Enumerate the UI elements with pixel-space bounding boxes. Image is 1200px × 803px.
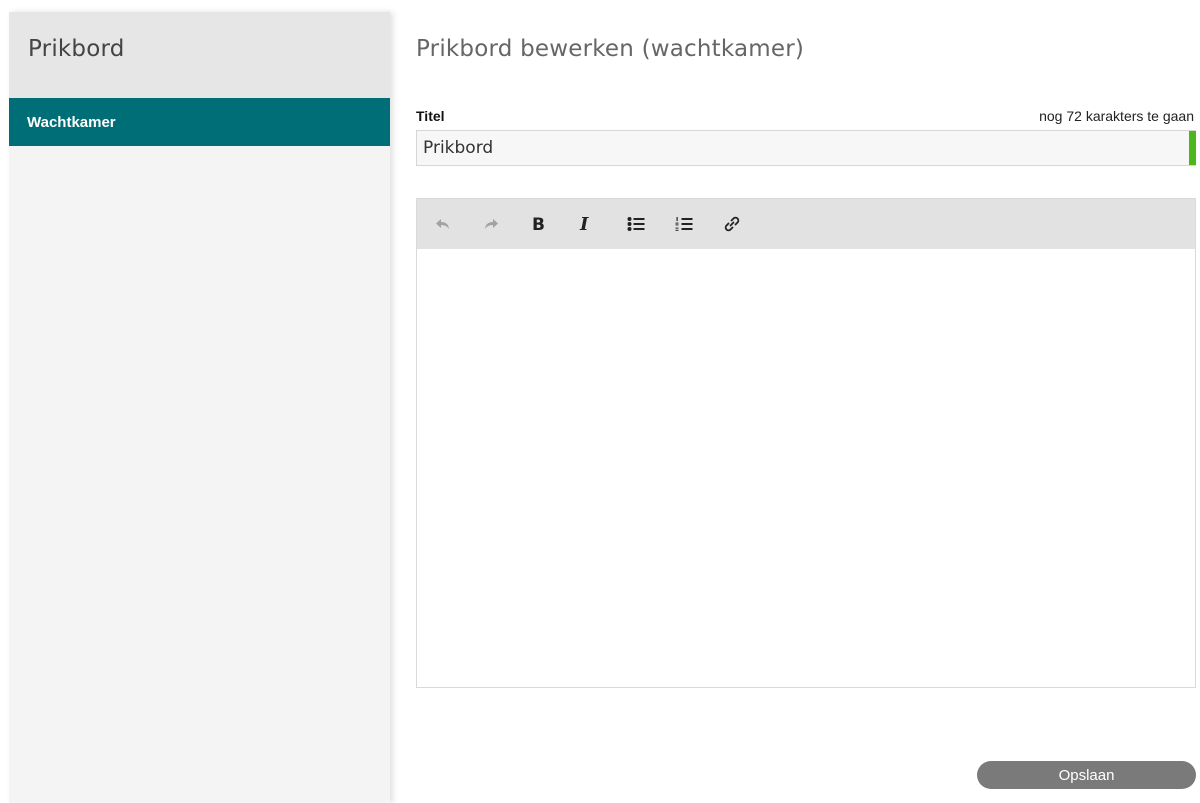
editor-content-area[interactable] [417,249,1195,687]
save-button[interactable]: Opslaan [977,761,1196,789]
svg-text:B: B [532,216,545,232]
editor-toolbar: B I [417,199,1195,249]
italic-button[interactable]: I [573,204,621,244]
bullet-list-button[interactable] [621,204,669,244]
link-button[interactable] [717,204,765,244]
italic-icon: I [579,216,589,232]
numbered-list-button[interactable] [669,204,717,244]
title-label: Titel [416,108,445,124]
sidebar-item-label: Wachtkamer [27,114,116,131]
undo-button[interactable] [429,204,477,244]
valid-indicator [1189,131,1196,165]
app: Prikbord Wachtkamer Prikbord bewerken (w… [0,0,1200,803]
sidebar: Prikbord Wachtkamer [9,12,390,803]
link-icon [724,216,740,232]
redo-button[interactable] [477,204,525,244]
sidebar-item-wachtkamer[interactable]: Wachtkamer [9,98,390,146]
svg-text:I: I [579,216,589,232]
character-counter: nog 72 karakters te gaan [1039,108,1194,124]
bold-button[interactable]: B [525,204,573,244]
numbered-list-icon [675,217,693,231]
sidebar-title: Prikbord [28,36,125,62]
undo-icon [436,219,449,229]
page-title: Prikbord bewerken (wachtkamer) [416,36,805,62]
sidebar-header: Prikbord [9,12,390,98]
redo-icon [485,219,498,229]
title-input[interactable] [417,131,1189,165]
bullet-list-icon [627,217,645,231]
bold-icon: B [532,216,545,232]
rich-text-editor: B I [416,198,1196,688]
main-content: Prikbord bewerken (wachtkamer) Titel nog… [416,0,1196,803]
title-input-wrapper [416,130,1196,166]
